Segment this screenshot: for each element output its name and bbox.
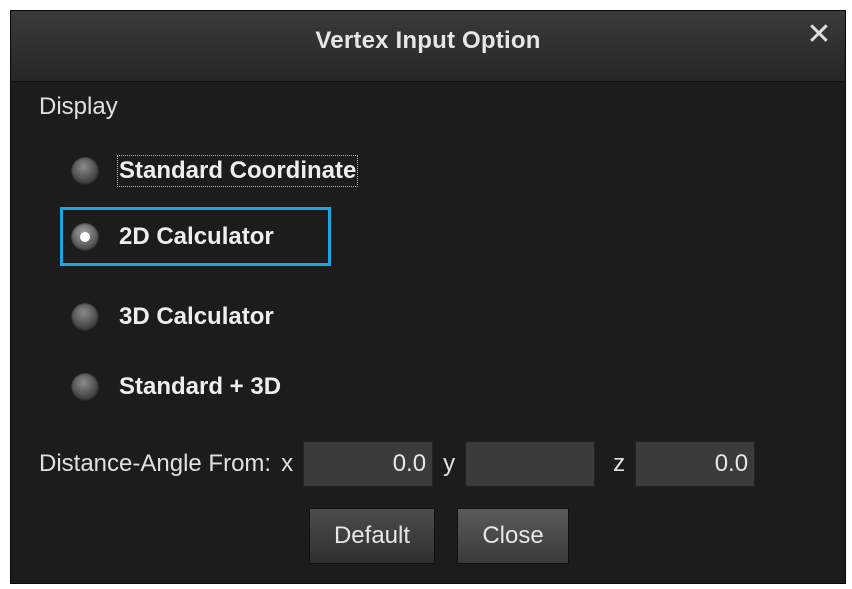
x-axis-label: x bbox=[281, 450, 294, 477]
vertex-input-option-dialog: Vertex Input Option ✕ Display Standard C… bbox=[10, 10, 846, 584]
radio-2d-calculator[interactable]: 2D Calculator bbox=[71, 217, 274, 257]
radio-3d-calculator[interactable]: 3D Calculator bbox=[71, 297, 274, 337]
close-button[interactable]: Close bbox=[457, 508, 569, 564]
y-input[interactable] bbox=[465, 441, 596, 487]
radio-standard-plus-3d[interactable]: Standard + 3D bbox=[71, 367, 281, 407]
z-axis-label: z bbox=[613, 450, 626, 477]
radio-button-icon[interactable] bbox=[71, 303, 99, 331]
title-bar[interactable]: Vertex Input Option ✕ bbox=[11, 11, 845, 82]
radio-button-checked-icon[interactable] bbox=[71, 223, 99, 251]
y-axis-label: y bbox=[443, 450, 456, 477]
display-label: Display bbox=[39, 93, 118, 120]
radio-label-standard-plus-3d: Standard + 3D bbox=[119, 373, 282, 400]
dialog-title: Vertex Input Option bbox=[315, 27, 541, 54]
radio-label-2d-calculator: 2D Calculator bbox=[119, 223, 274, 250]
default-button[interactable]: Default bbox=[309, 508, 435, 564]
radio-button-icon[interactable] bbox=[71, 373, 99, 401]
radio-button-icon[interactable] bbox=[71, 157, 99, 185]
radio-standard-coordinate[interactable]: Standard Coordinate bbox=[71, 151, 359, 191]
z-input[interactable]: 0.0 bbox=[635, 441, 756, 487]
distance-angle-label: Distance-Angle From: bbox=[39, 450, 272, 477]
distance-angle-row: Distance-Angle From: x 0.0 y z 0.0 bbox=[39, 441, 756, 487]
close-icon[interactable]: ✕ bbox=[803, 19, 835, 51]
radio-label-standard-coordinate: Standard Coordinate bbox=[116, 155, 359, 187]
x-input[interactable]: 0.0 bbox=[303, 441, 434, 487]
radio-label-3d-calculator: 3D Calculator bbox=[119, 303, 274, 330]
